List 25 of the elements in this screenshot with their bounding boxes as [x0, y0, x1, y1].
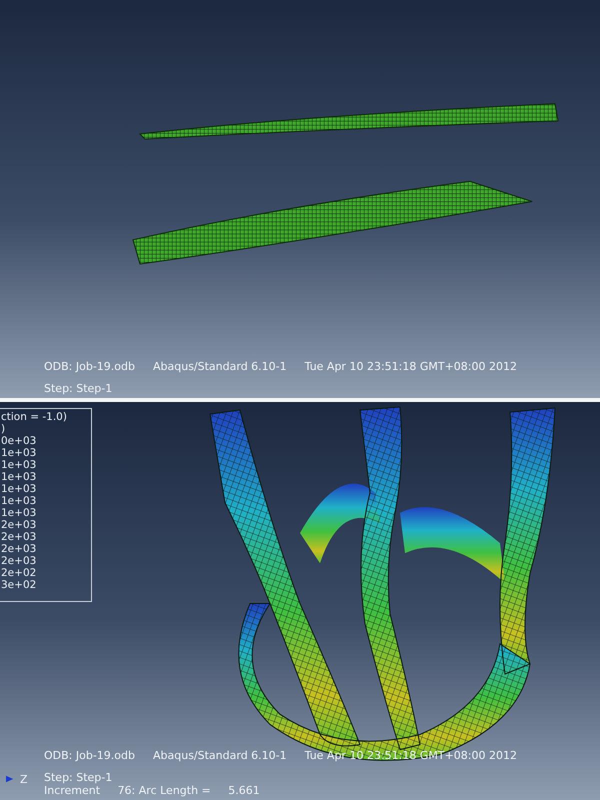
odb-name: ODB: Job-19.odb — [44, 749, 135, 762]
product-version: Abaqus/Standard 6.10-1 — [153, 749, 287, 762]
step-label: Step: Step-1 — [44, 771, 112, 784]
axis-triad-icon — [6, 774, 14, 784]
legend-text: 2e+02 — [1, 567, 38, 579]
increment-label: Increment 76: Arc Length = 5.661 — [44, 784, 260, 797]
legend-text: 1e+03 — [1, 459, 38, 471]
legend-text: 2e+03 — [1, 555, 38, 567]
legend-text: 1e+03 — [1, 447, 38, 459]
legend-text: 1e+03 — [1, 495, 38, 507]
step-label: Step: Step-1 — [44, 382, 112, 395]
legend-text: ction = -1.0) — [1, 411, 68, 423]
legend-text: 2e+03 — [1, 531, 38, 543]
product-version: Abaqus/Standard 6.10-1 — [153, 360, 287, 373]
legend-text: 1e+03 — [1, 507, 38, 519]
legend-text: 1e+03 — [1, 483, 38, 495]
legend-text: 3e+02 — [1, 579, 38, 591]
legend-text: 0e+03 — [1, 435, 38, 447]
legend-text: 2e+03 — [1, 543, 38, 555]
legend-text: 1e+03 — [1, 471, 38, 483]
axis-label: Z — [20, 772, 28, 786]
odb-name: ODB: Job-19.odb — [44, 360, 135, 373]
timestamp: Tue Apr 10 23:51:18 GMT+08:00 2012 — [304, 360, 517, 373]
legend-text: 2e+03 — [1, 519, 38, 531]
legend-text: ) — [1, 423, 6, 435]
